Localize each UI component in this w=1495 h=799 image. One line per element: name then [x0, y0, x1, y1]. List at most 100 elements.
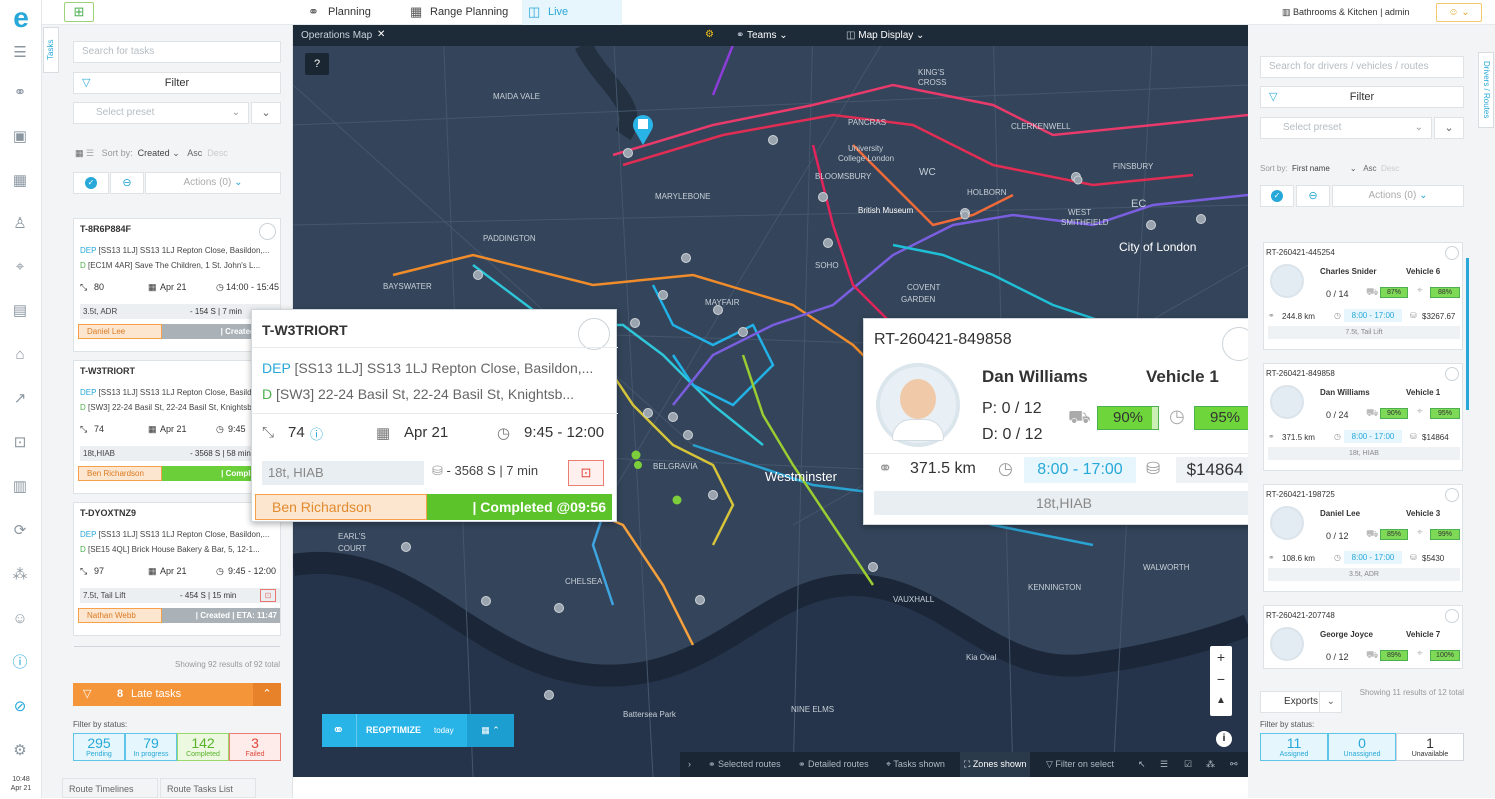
select-all-button[interactable]: ✓	[73, 172, 109, 194]
sort-select[interactable]: Created	[138, 148, 170, 158]
task-card[interactable]: T-8R6P884F DEP [SS13 1LJ] SS13 1LJ Repto…	[73, 218, 281, 352]
status-unassigned[interactable]: 0 Unassigned	[1328, 733, 1396, 761]
app-logo[interactable]: e	[8, 4, 34, 32]
tab-range-planning[interactable]: ▦ Range Planning	[404, 0, 516, 25]
driver-icon[interactable]: ♙	[11, 215, 29, 233]
teams-dropdown[interactable]: ⚭ Teams ⌄	[736, 30, 788, 41]
sort-asc[interactable]: Asc	[1363, 164, 1376, 173]
tasks-vertical-tab[interactable]: Tasks	[43, 27, 59, 73]
route-select-checkbox[interactable]	[1445, 246, 1459, 260]
preset-select[interactable]: Select preset ⌄	[73, 102, 249, 124]
org-selector[interactable]: ▥ Bathrooms & Kitchen | admin	[1282, 0, 1409, 25]
filter-button[interactable]: ▽ Filter	[1260, 86, 1464, 108]
sort-desc[interactable]: Desc	[1381, 164, 1399, 173]
route-select-checkbox[interactable]	[1445, 488, 1459, 502]
deselect-button[interactable]: ⊖	[1296, 185, 1330, 207]
selected-routes-toggle[interactable]: ⚭ Selected routes	[708, 752, 781, 777]
tab-route-tasks-list[interactable]: Route Tasks List	[160, 778, 256, 798]
route-popup[interactable]: RT-260421-849858 Dan Williams Vehicle 1 …	[863, 318, 1260, 525]
map-display-dropdown[interactable]: ◫ Map Display ⌄	[846, 30, 924, 41]
calendar-icon[interactable]: ▦	[11, 172, 29, 190]
tasks-icon[interactable]: ▤	[11, 302, 29, 320]
detailed-routes-toggle[interactable]: ⚭ Detailed routes	[798, 752, 869, 777]
loading-icon[interactable]: ⊡	[11, 434, 29, 452]
checklist-icon[interactable]: ☑	[1184, 752, 1192, 777]
status-pending[interactable]: 295 Pending	[73, 733, 125, 761]
actions-dropdown[interactable]: Actions (0) ⌄	[1332, 185, 1464, 207]
layers-icon[interactable]: ☰	[1160, 752, 1168, 777]
exports-button[interactable]: Exports ⌄	[1260, 691, 1342, 713]
sort-select[interactable]: First name	[1292, 164, 1330, 173]
driver-search-input[interactable]: Search for drivers / vehicles / routes	[1260, 56, 1464, 78]
user-menu-button[interactable]: ☺ ⌄	[1436, 3, 1482, 22]
task-popup[interactable]: T-W3TRIORT DEP [SS13 1LJ] SS13 1LJ Repto…	[251, 309, 618, 522]
chevron-right-icon[interactable]: ›	[688, 752, 691, 777]
driver-name[interactable]: Daniel Lee	[78, 324, 162, 339]
route-card[interactable]: RT-260421-849858 Dan Williams Vehicle 1 …	[1263, 363, 1463, 471]
lock-icon[interactable]: ⊡	[260, 589, 276, 602]
link-icon[interactable]: ⚯	[1230, 752, 1238, 777]
status-in-progress[interactable]: 79 In progress	[125, 733, 177, 761]
zones-shown-toggle[interactable]: ⛶ Zones shown	[960, 752, 1031, 777]
help-icon[interactable]: ⓘ	[11, 654, 29, 672]
zoom-out-button[interactable]: −	[1210, 668, 1232, 690]
driver-name[interactable]: Ben Richardson	[78, 466, 162, 481]
scrollbar-thumb[interactable]	[1466, 258, 1469, 410]
lock-icon[interactable]: ⊡	[568, 460, 604, 486]
tab-route-timelines[interactable]: Route Timelines	[62, 778, 158, 798]
compass-icon[interactable]: ⊘	[11, 698, 29, 716]
document-icon[interactable]: ▥	[11, 478, 29, 496]
task-card[interactable]: T-DYOXTNZ9 DEP [SS13 1LJ] SS13 1LJ Repto…	[73, 502, 281, 636]
status-unavailable[interactable]: 1 Unavailable	[1396, 733, 1464, 761]
driver-name[interactable]: Nathan Webb	[78, 608, 162, 623]
add-task-button[interactable]: ⊞	[64, 2, 94, 22]
box-icon[interactable]: ▣	[11, 128, 29, 146]
task-card[interactable]: T-W3TRIORT DEP [SS13 1LJ] SS13 1LJ Repto…	[73, 360, 281, 494]
late-tasks-bar[interactable]: ▽ 8 Late tasks ⌃	[73, 683, 281, 706]
status-failed[interactable]: 3 Failed	[229, 733, 281, 761]
sync-icon[interactable]: ⟳	[11, 522, 29, 540]
preset-select[interactable]: Select preset ⌄	[1260, 117, 1432, 139]
deselect-button[interactable]: ⊖	[110, 172, 144, 194]
drivers-vertical-tab[interactable]: Drivers / Routes	[1478, 52, 1494, 128]
compass-icon[interactable]: ▲	[1210, 690, 1232, 712]
calendar-dropdown[interactable]: ▦ ⌃	[467, 714, 514, 747]
task-search-input[interactable]: Search for tasks	[73, 41, 281, 63]
settings-icon[interactable]: ⚙	[11, 742, 29, 760]
route-select-checkbox[interactable]	[1445, 367, 1459, 381]
menu-icon[interactable]: ☰	[11, 44, 29, 62]
route-select-checkbox[interactable]	[1445, 609, 1459, 623]
driver-name[interactable]: Ben Richardson	[255, 494, 427, 520]
list-view-icon[interactable]: ☰	[86, 148, 94, 158]
select-all-button[interactable]: ✓	[1260, 185, 1294, 207]
grid-view-icon[interactable]: ▦	[75, 148, 84, 158]
close-icon[interactable]: ✕	[377, 29, 385, 40]
help-icon[interactable]: ?	[305, 53, 329, 75]
preset-options-button[interactable]: ⌄	[1434, 117, 1464, 139]
routes-icon[interactable]: ⚭	[11, 84, 29, 102]
chevron-up-icon[interactable]: ⌃	[253, 683, 281, 706]
measure-icon[interactable]: ↖	[1138, 752, 1146, 777]
network-icon[interactable]: ⁂	[11, 566, 29, 584]
zoom-in-button[interactable]: +	[1210, 646, 1232, 668]
route-card[interactable]: RT-260421-445254 Charles Snider Vehicle …	[1263, 242, 1463, 350]
team-icon[interactable]: ☺	[11, 610, 29, 628]
status-completed[interactable]: 142 Completed	[177, 733, 229, 761]
store-icon[interactable]: ⌂	[11, 346, 29, 364]
tab-planning[interactable]: ⚭ Planning	[302, 0, 402, 25]
task-select-checkbox[interactable]	[259, 223, 276, 240]
reoptimize-button[interactable]: ⚭ REOPTIMIZE today ▦ ⌃	[322, 714, 514, 747]
tab-live[interactable]: ◫ Live	[522, 0, 622, 25]
route-card[interactable]: RT-260421-207748 George Joyce Vehicle 7 …	[1263, 605, 1463, 669]
settings-icon[interactable]: ⚙	[705, 29, 714, 40]
sort-desc[interactable]: Desc	[207, 148, 228, 158]
actions-dropdown[interactable]: Actions (0) ⌄	[145, 172, 281, 194]
route-card[interactable]: RT-260421-198725 Daniel Lee Vehicle 3 0 …	[1263, 484, 1463, 592]
filter-on-select-toggle[interactable]: ▽ Filter on select	[1046, 752, 1114, 777]
preset-options-button[interactable]: ⌄	[251, 102, 281, 124]
chart-icon[interactable]: ↗	[11, 390, 29, 408]
location-icon[interactable]: ⌖	[11, 258, 29, 276]
cluster-icon[interactable]: ⁂	[1206, 752, 1215, 777]
tasks-shown-toggle[interactable]: ⌖ Tasks shown	[886, 752, 945, 777]
status-assigned[interactable]: 11 Assigned	[1260, 733, 1328, 761]
